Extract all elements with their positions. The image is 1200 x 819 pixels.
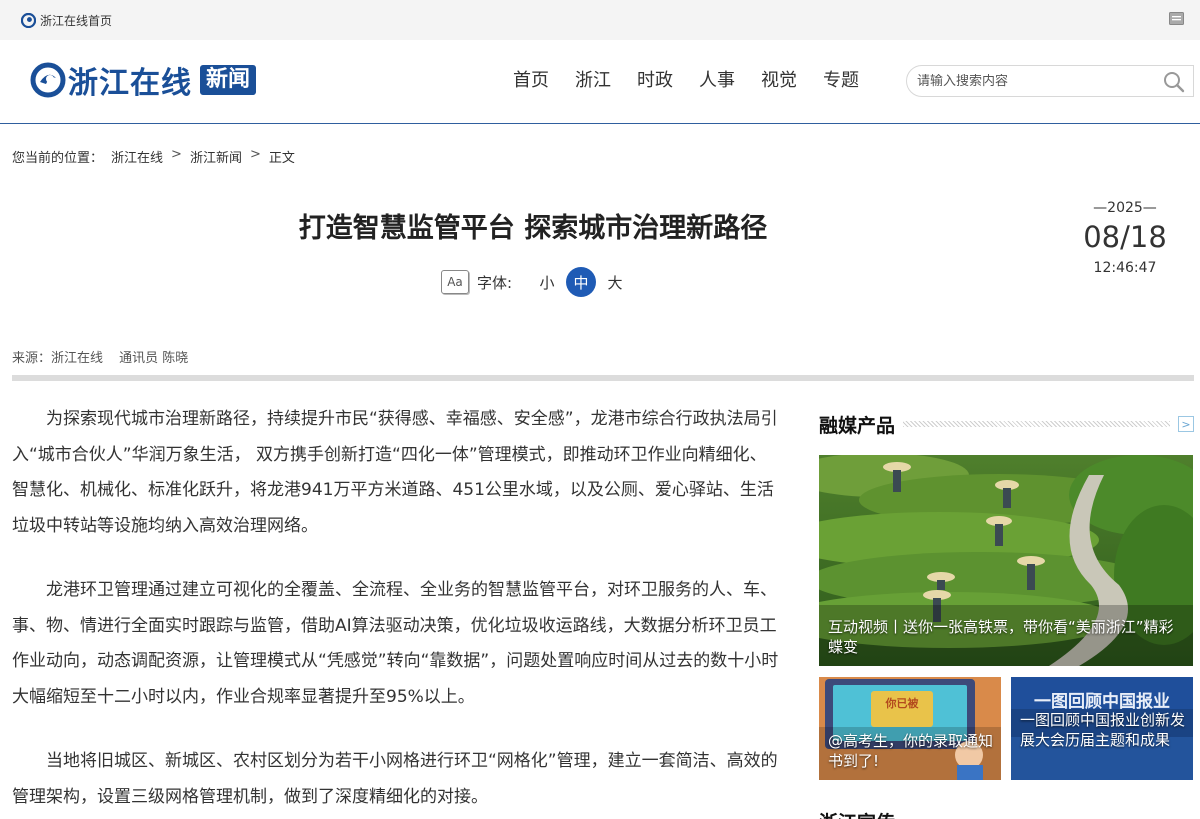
media-card-caption: 互动视频丨送你一张高铁票，带你看“美丽浙江”精彩蝶变 <box>828 618 1174 656</box>
source-name: 来源：浙江在线 <box>12 351 104 366</box>
font-size-large[interactable]: 大 <box>600 267 630 297</box>
sidebar-section-header: 融媒产品 > <box>819 410 1194 438</box>
breadcrumb-item-news[interactable]: 浙江新闻 <box>190 147 242 166</box>
search-box <box>906 65 1194 97</box>
nav-item-personnel[interactable]: 人事 <box>699 68 735 94</box>
search-input[interactable] <box>907 73 1157 89</box>
brand-tag: 新闻 <box>200 65 257 95</box>
section-hatch-divider <box>903 421 1170 427</box>
article-paragraph: 龙港环卫管理通过建立可视化的全覆盖、全流程、全业务的智慧监管平台，对环卫服务的人… <box>12 580 779 707</box>
publish-date: —2025— 08/18 12:46:47 <box>1080 200 1170 276</box>
media-card-featured[interactable]: 互动视频丨送你一张高铁票，带你看“美丽浙江”精彩蝶变 <box>819 455 1193 666</box>
search-icon[interactable] <box>1163 71 1185 93</box>
article-body: 为探索现代城市治理新路径，持续提升市民“获得感、幸福感、安全感”，龙港市综合行政… <box>12 402 782 819</box>
brand-name: 浙江在线 <box>68 66 192 101</box>
media-card-caption: 一图回顾中国报业创新发展大会历届主题和成果 <box>1020 711 1186 749</box>
article-title: 打造智慧监管平台 探索城市治理新路径 <box>298 213 768 244</box>
media-card-admission[interactable]: 你已被 @高考生，你的录取通知书到了! <box>819 677 1001 780</box>
article-paragraph: 当地将旧城区、新城区、农村区划分为若干小网格进行环卫“网格化”管理，建立一套简洁… <box>12 751 778 807</box>
publish-time: 12:46:47 <box>1093 260 1157 276</box>
font-size-label: 字体: <box>477 273 513 292</box>
nav-item-visual[interactable]: 视觉 <box>761 68 797 94</box>
sidebar-next-section-title: 浙江宣传 <box>819 808 895 819</box>
home-link-label: 浙江在线首页 <box>40 13 113 28</box>
font-size-small[interactable]: 小 <box>532 267 562 297</box>
site-header: 浙江在线 新闻 首页 浙江 时政 人事 视觉 专题 <box>0 40 1200 124</box>
brand-logo[interactable]: 浙江在线 新闻 <box>30 60 257 101</box>
font-size-icon: Aa <box>441 270 469 294</box>
source-author: 通讯员 陈晓 <box>119 351 189 366</box>
breadcrumb-separator: > <box>171 147 182 162</box>
breadcrumb: 您当前的位置： 浙江在线 > 浙江新闻 > 正文 <box>12 147 303 166</box>
article-paragraph: 为探索现代城市治理新路径，持续提升市民“获得感、幸福感、安全感”，龙港市综合行政… <box>12 409 778 536</box>
menu-icon[interactable] <box>1169 12 1184 25</box>
brand-swirl-icon <box>30 62 66 98</box>
breadcrumb-item-current: 正文 <box>268 151 295 166</box>
site-logo-icon <box>21 12 36 28</box>
nav-item-home[interactable]: 首页 <box>513 68 549 94</box>
breadcrumb-item-site[interactable]: 浙江在线 <box>111 147 163 166</box>
top-bar: 浙江在线首页 <box>0 0 1200 40</box>
nav-item-zhejiang[interactable]: 浙江 <box>575 68 611 94</box>
font-size-switcher: Aa 字体: 小 中 大 <box>441 266 634 298</box>
article-divider <box>12 375 1194 381</box>
media-card-summary[interactable]: 一图回顾中国报业 一图回顾中国报业创新发展大会历届主题和成果 <box>1011 677 1193 780</box>
publish-year: —2025— <box>1093 200 1157 216</box>
article-source: 来源：浙江在线 通讯员 陈晓 <box>12 347 200 366</box>
sidebar-section-title: 融媒产品 <box>819 414 896 437</box>
home-link[interactable]: 浙江在线首页 <box>21 11 112 29</box>
more-arrow-icon[interactable]: > <box>1178 416 1194 432</box>
media-card-caption: @高考生，你的录取通知书到了! <box>828 732 994 770</box>
font-size-medium[interactable]: 中 <box>566 267 597 297</box>
nav-item-politics[interactable]: 时政 <box>637 68 673 94</box>
breadcrumb-label: 您当前的位置： <box>12 151 104 166</box>
main-nav: 首页 浙江 时政 人事 视觉 专题 <box>500 68 872 94</box>
publish-month-day: 08/18 <box>1083 220 1167 254</box>
nav-item-topics[interactable]: 专题 <box>823 68 859 94</box>
admission-image-text: 你已被 <box>885 696 920 710</box>
infographic-image-text: 一图回顾中国报业 <box>1034 691 1170 712</box>
breadcrumb-separator: > <box>249 147 261 162</box>
